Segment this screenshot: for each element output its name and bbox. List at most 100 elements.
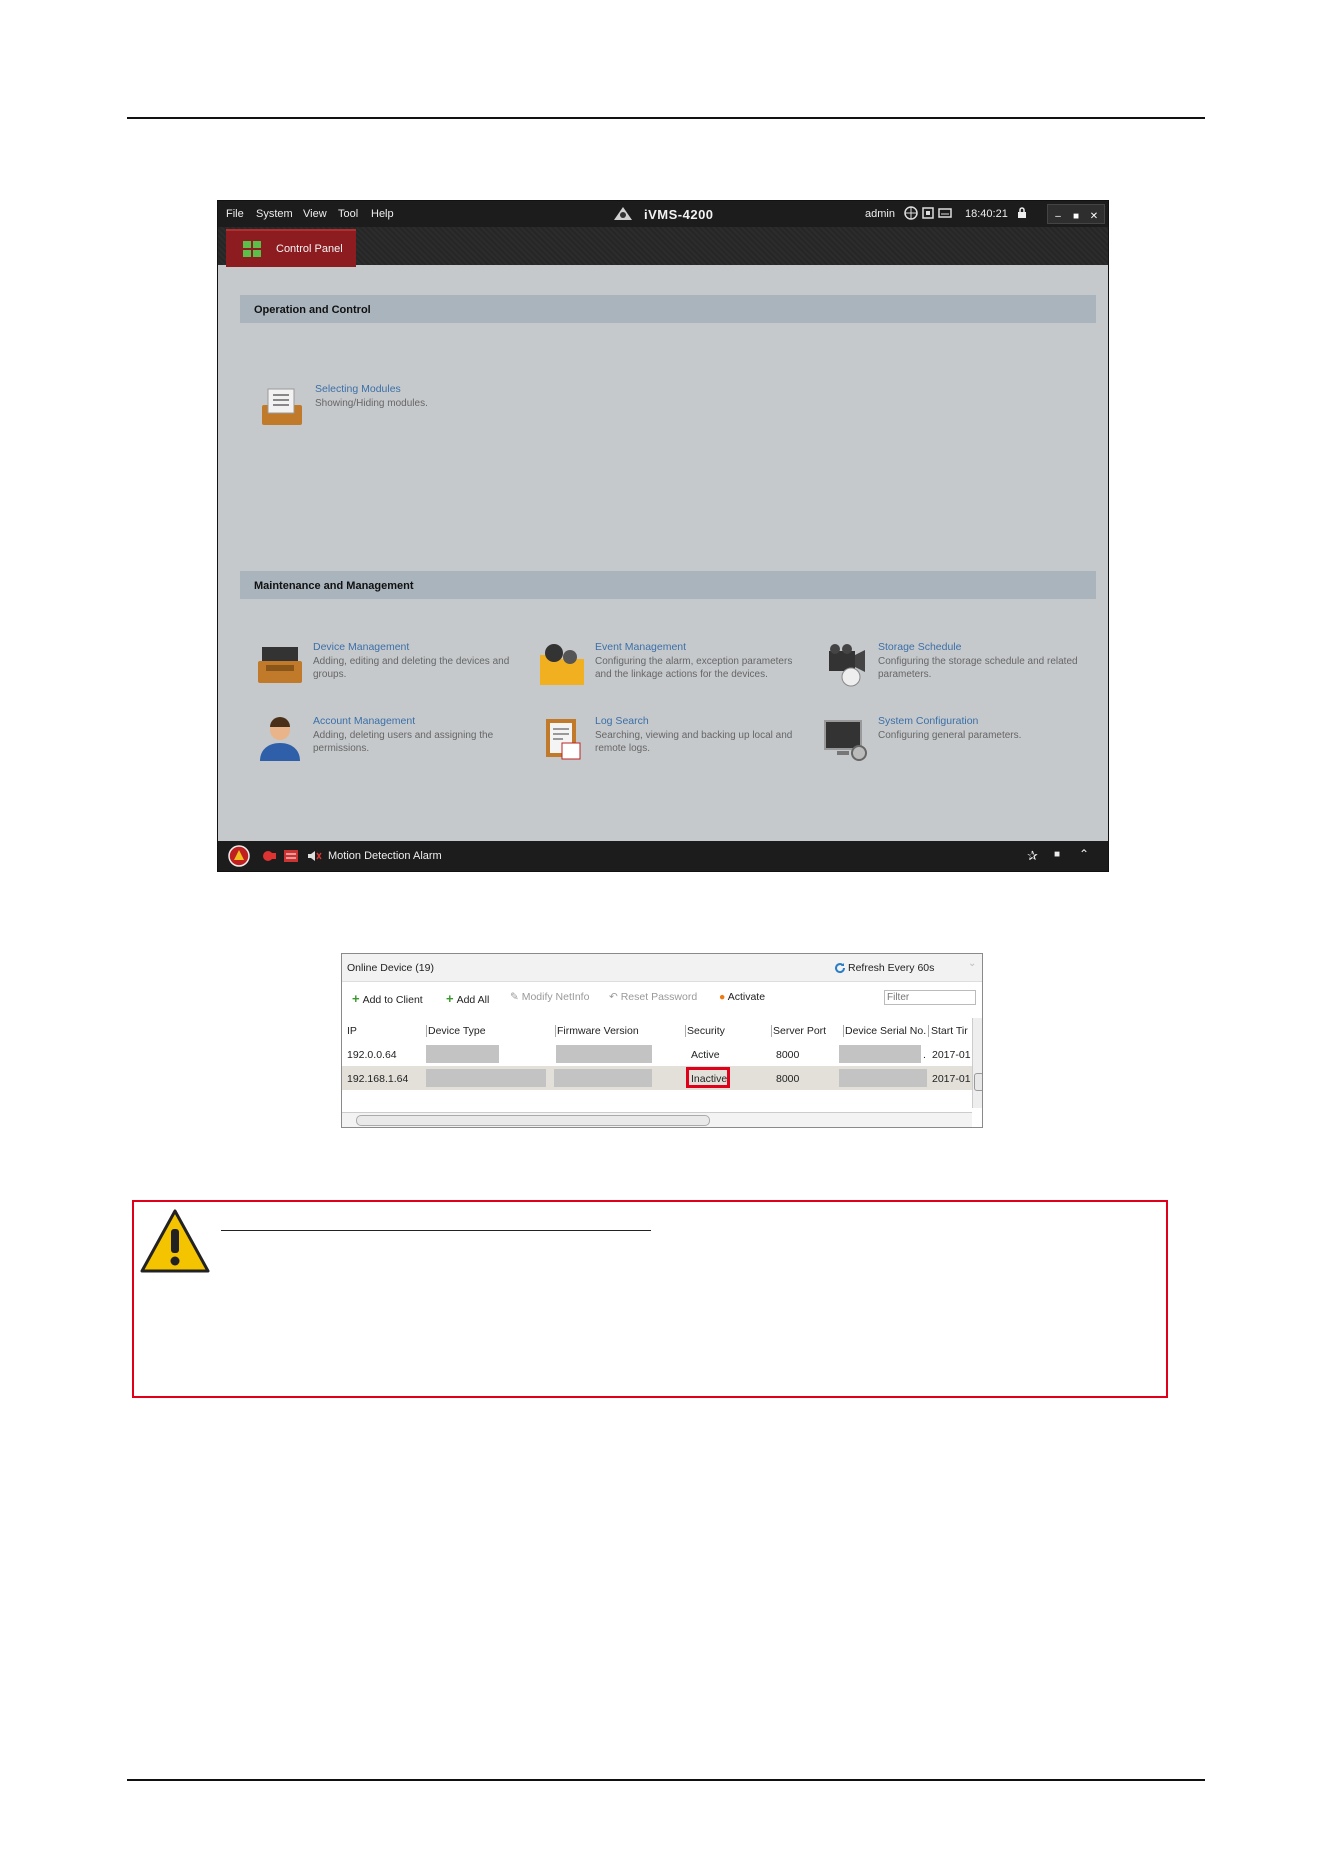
speaker-icon[interactable]: [308, 851, 322, 861]
alarm-list-icon[interactable]: [284, 850, 298, 862]
module-storage-schedule[interactable]: Storage Schedule Configuring the storage…: [821, 641, 1078, 697]
ivms-window: File System View Tool Help iVMS-4200 adm…: [217, 200, 1109, 872]
network-icon[interactable]: [938, 206, 952, 220]
table-row[interactable]: 192.0.0.64 Active 8000 . 2017-01: [342, 1042, 972, 1066]
cell-ip: 192.168.1.64: [347, 1073, 409, 1085]
cell-security: Active: [691, 1049, 720, 1061]
column-header-ip[interactable]: IP: [347, 1025, 357, 1037]
plus-icon: +: [352, 991, 360, 1006]
column-header-firmware-version[interactable]: Firmware Version: [557, 1025, 639, 1037]
scroll-thumb[interactable]: [356, 1115, 710, 1126]
module-title[interactable]: Event Management: [595, 641, 686, 653]
status-bar: Motion Detection Alarm ✰ ■ ⌃: [218, 841, 1108, 871]
section-operation-and-control: Operation and Control: [240, 295, 1096, 323]
clock: 18:40:21: [965, 208, 1008, 220]
maximize-icon[interactable]: ■: [1069, 210, 1083, 224]
device-management-icon: [258, 647, 302, 683]
cell-ip: 192.0.0.64: [347, 1049, 397, 1061]
camera-logo-icon: [614, 207, 632, 220]
cpu-icon[interactable]: [921, 206, 935, 220]
online-device-panel: Online Device (19) Refresh Every 60s ⌄ +…: [341, 953, 983, 1128]
column-header-security[interactable]: Security: [687, 1025, 725, 1037]
column-header-device-type[interactable]: Device Type: [428, 1025, 486, 1037]
status-alarm-text: Motion Detection Alarm: [328, 850, 442, 862]
cell-security-inactive: Inactive: [691, 1073, 728, 1085]
table-row[interactable]: 192.168.1.64 Inactive 8000 2017-01: [342, 1066, 972, 1090]
module-title[interactable]: Device Management: [313, 641, 409, 653]
storage-schedule-icon: [829, 644, 865, 687]
column-divider: [843, 1025, 844, 1037]
module-title[interactable]: Storage Schedule: [878, 641, 961, 653]
window-icon[interactable]: ■: [1054, 849, 1060, 860]
cell-port: 8000: [776, 1049, 800, 1061]
menu-help[interactable]: Help: [371, 208, 394, 220]
column-divider: [771, 1025, 772, 1037]
section-maintenance-and-management: Maintenance and Management: [240, 571, 1096, 599]
menu-system[interactable]: System: [256, 208, 293, 220]
activate-button[interactable]: ● Activate: [719, 991, 765, 1003]
reset-password-button[interactable]: ↶ Reset Password: [609, 991, 697, 1003]
window-controls: – ■ ✕: [1047, 204, 1105, 224]
module-device-management[interactable]: Device Management Adding, editing and de…: [256, 641, 509, 697]
horizontal-scrollbar[interactable]: [342, 1112, 972, 1127]
modify-netinfo-button[interactable]: ✎ Modify NetInfo: [510, 991, 589, 1003]
chevron-down-icon[interactable]: ⌄: [968, 958, 976, 969]
panel-title: Online Device (19): [347, 962, 434, 974]
tab-control-panel[interactable]: Control Panel: [226, 229, 356, 267]
tab-bar: Control Panel: [218, 227, 1108, 267]
close-icon[interactable]: ✕: [1087, 210, 1101, 224]
edit-icon: ✎: [510, 991, 522, 1003]
module-desc: Adding, editing and deleting the devices…: [313, 656, 510, 680]
column-header-start-time[interactable]: Start Tir: [931, 1025, 968, 1037]
minimize-icon[interactable]: –: [1051, 210, 1065, 224]
cell-serial-tail: .: [923, 1049, 926, 1061]
module-title[interactable]: Selecting Modules: [315, 383, 401, 395]
module-selecting-modules[interactable]: Selecting Modules Showing/Hiding modules…: [258, 383, 508, 439]
chevron-up-icon[interactable]: ⌃: [1079, 847, 1089, 861]
cell-port: 8000: [776, 1073, 800, 1085]
globe-icon[interactable]: [904, 206, 918, 220]
module-desc: Showing/Hiding modules.: [315, 398, 428, 409]
alarm-sound-icon[interactable]: [263, 850, 277, 862]
redacted-serial: [839, 1069, 927, 1087]
column-header-device-serial[interactable]: Device Serial No.: [845, 1025, 926, 1037]
account-user-icon: [260, 717, 300, 761]
module-title[interactable]: Log Search: [595, 715, 649, 727]
heading-underline: [221, 1230, 651, 1231]
add-all-button[interactable]: + Add All: [446, 991, 489, 1006]
menu-view[interactable]: View: [303, 208, 327, 220]
panel-header: Online Device (19) Refresh Every 60s ⌄: [342, 954, 982, 982]
filter-input[interactable]: [884, 990, 976, 1005]
control-panel-icon: [243, 241, 261, 257]
module-log-search[interactable]: Log Search Searching, viewing and backin…: [538, 715, 792, 771]
alarm-icon[interactable]: [228, 845, 250, 867]
caution-note: [132, 1200, 1168, 1398]
scroll-thumb[interactable]: [974, 1073, 982, 1091]
module-title[interactable]: System Configuration: [878, 715, 978, 727]
module-desc: Configuring the storage schedule and rel…: [878, 656, 1078, 680]
add-to-client-button[interactable]: + Add to Client: [352, 991, 423, 1006]
undo-icon: ↶: [609, 991, 621, 1003]
menu-file[interactable]: File: [226, 208, 244, 220]
lock-icon[interactable]: [1015, 206, 1029, 220]
user-name[interactable]: admin: [865, 208, 895, 220]
column-divider: [685, 1025, 686, 1037]
header-rule: [127, 117, 1205, 119]
warning-icon: [140, 1209, 210, 1273]
redacted-device-type: [426, 1069, 546, 1087]
menu-tool[interactable]: Tool: [338, 208, 358, 220]
log-calendar-icon: [546, 719, 581, 760]
refresh-icon[interactable]: [834, 962, 846, 974]
module-system-configuration[interactable]: System Configuration Configuring general…: [821, 715, 1071, 771]
refresh-interval[interactable]: Refresh Every 60s: [848, 962, 934, 974]
redacted-device-type: [426, 1045, 499, 1063]
vertical-scrollbar[interactable]: [972, 1018, 982, 1108]
module-event-management[interactable]: Event Management Configuring the alarm, …: [538, 641, 792, 697]
monitor-gear-icon: [824, 720, 867, 761]
pin-icon[interactable]: ✰: [1027, 848, 1038, 864]
module-account-management[interactable]: Account Management Adding, deleting user…: [256, 715, 506, 771]
column-header-server-port[interactable]: Server Port: [773, 1025, 826, 1037]
module-desc: Configuring the alarm, exception paramet…: [595, 656, 793, 680]
redacted-serial: [839, 1045, 921, 1063]
module-title[interactable]: Account Management: [313, 715, 415, 727]
